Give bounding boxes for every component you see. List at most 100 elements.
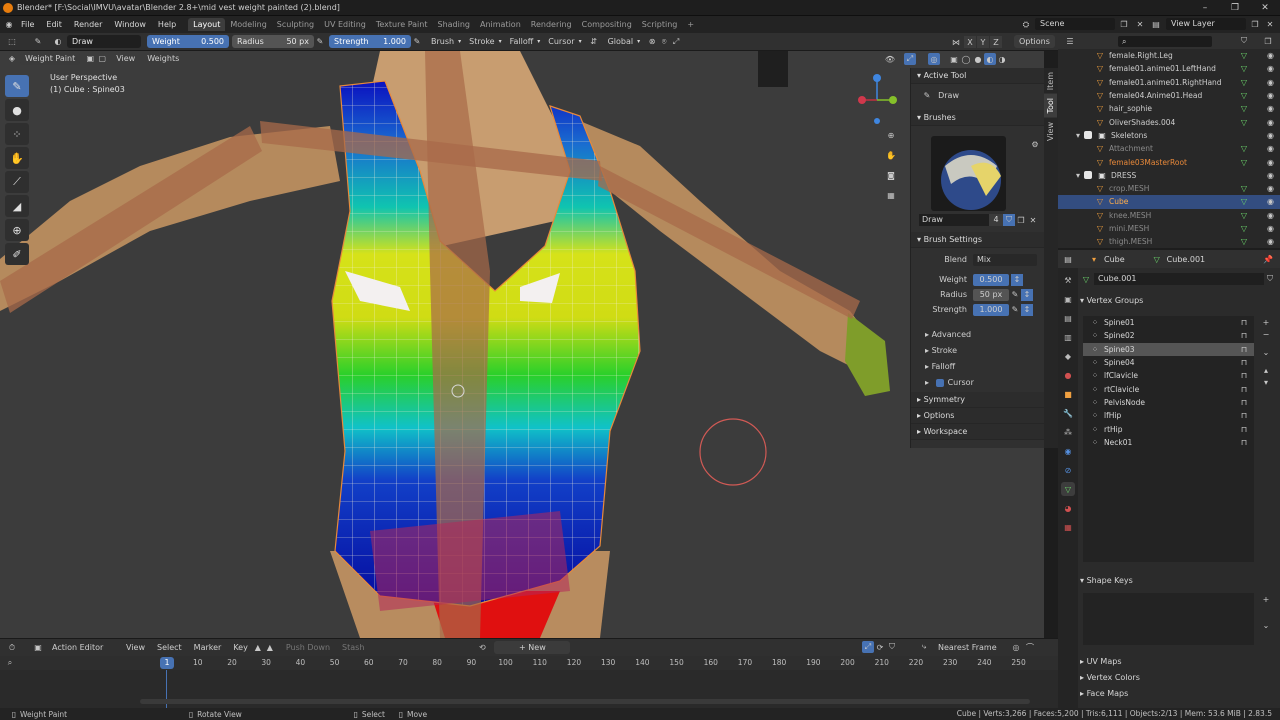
timeline-search-icon[interactable]: ⌕ — [4, 657, 16, 669]
new-action-button[interactable]: + New — [494, 641, 571, 654]
object-tab-icon[interactable]: ■ — [1061, 387, 1075, 401]
brush-settings-header[interactable]: ▾ Brush Settings — [911, 232, 1044, 248]
material-shading-icon[interactable]: ◐ — [984, 53, 996, 65]
constraints-tab-icon[interactable]: ⊘ — [1061, 463, 1075, 477]
vertex-group-item[interactable]: ⁘ Spine03 ⊓ — [1083, 342, 1254, 356]
brushes-header[interactable]: ▾ Brushes — [911, 110, 1044, 126]
new-collection-icon[interactable]: ❐ — [1262, 35, 1274, 47]
symmetry-header[interactable]: ▸ Symmetry — [911, 392, 1044, 408]
timeline-select-menu[interactable]: Select — [153, 641, 186, 654]
strength-pressure-icon[interactable]: ✎ — [411, 36, 423, 48]
brush-datablock-name[interactable]: Draw — [919, 214, 989, 226]
visibility-eye-icon[interactable]: ◉ — [1267, 237, 1274, 246]
pin-icon[interactable]: 📌 — [1262, 253, 1274, 265]
draw-tool-icon[interactable]: ✎ — [5, 75, 29, 97]
face-mask-icon[interactable]: ▣ — [84, 53, 96, 65]
solid-shading-icon[interactable]: ● — [972, 53, 984, 65]
overlay-toggle-icon[interactable]: ◎ — [928, 53, 940, 65]
strength-field-panel[interactable]: 1.000 — [973, 303, 1009, 316]
smear-tool-icon[interactable]: ✋ — [5, 147, 29, 169]
tab-animation[interactable]: Animation — [475, 18, 526, 31]
tab-tool[interactable]: Tool — [1044, 94, 1057, 118]
show-errors-icon[interactable]: ⟳ — [874, 641, 886, 653]
lock-icon[interactable]: ⊓ — [1238, 423, 1250, 435]
mirror-x-button[interactable]: X — [964, 36, 976, 48]
view-layer-field[interactable]: View Layer — [1166, 18, 1246, 30]
radius-pressure-panel-icon[interactable]: ↕ — [1021, 288, 1033, 301]
options-header[interactable]: ▸ Options — [911, 408, 1044, 424]
output-props-tab-icon[interactable]: ▤ — [1061, 311, 1075, 325]
falloff-menu[interactable]: Falloff — [506, 35, 538, 48]
face-maps-header[interactable]: ▸ Face Maps — [1080, 686, 1276, 702]
blur-tool-icon[interactable]: ● — [5, 99, 29, 121]
tab-view[interactable]: View — [1044, 118, 1057, 145]
brush-preview[interactable] — [931, 136, 1006, 211]
lock-icon[interactable]: ⊓ — [1238, 436, 1250, 448]
outliner-row[interactable]: ▽ OliverShades.004 ▽ ◉ — [1058, 115, 1280, 128]
weight-slider[interactable]: Weight 0.500 — [147, 35, 229, 48]
move-down-icon[interactable]: ▾ — [1260, 376, 1272, 388]
vertex-group-item[interactable]: ⁘ Spine04 ⊓ — [1083, 356, 1254, 369]
xray-icon[interactable]: ▣ — [948, 53, 960, 65]
frame-ruler[interactable]: ⌕ 10 20 30 40 50 60 70 80 90 100 110 120 130 140 150 16… — [0, 656, 1058, 670]
annotate-tool-icon[interactable]: ✐ — [5, 243, 29, 265]
pan-hand-icon[interactable]: ✋ — [885, 149, 897, 161]
cursor-menu[interactable]: Cursor — [544, 35, 578, 48]
remove-vertex-group-icon[interactable]: − — [1260, 328, 1272, 340]
particles-tab-icon[interactable]: ⁂ — [1061, 425, 1075, 439]
timeline-scrollbar[interactable] — [140, 699, 1030, 704]
lock-icon[interactable]: ⊓ — [1238, 330, 1250, 342]
falloff-subpanel[interactable]: ▸ Falloff — [911, 359, 1044, 374]
action-editor-type-icon[interactable]: ⏱ — [6, 642, 18, 654]
outliner-row[interactable]: ▽ Cube ▽ ◉ — [1058, 195, 1280, 209]
stroke-menu[interactable]: Stroke — [465, 35, 499, 48]
tab-sculpting[interactable]: Sculpting — [272, 18, 319, 31]
properties-type-icon[interactable]: ▤ — [1062, 253, 1074, 265]
active-tool-row[interactable]: ✎ Draw — [911, 84, 1044, 106]
action-browse-icon[interactable]: ⟲ — [476, 642, 488, 654]
visibility-eye-icon[interactable]: ◉ — [1267, 131, 1274, 140]
timeline-key-menu[interactable]: Key — [229, 641, 252, 654]
lock-icon[interactable]: ⊓ — [1238, 343, 1250, 355]
cursor-subpanel[interactable]: ▸ Cursor — [911, 375, 1044, 390]
visibility-eye-icon[interactable]: ◉ — [1267, 197, 1274, 206]
vertex-groups-list[interactable]: ⁘ Spine01 ⊓ ⁘ Spine02 ⊓ ⁘ Spine03 ⊓ ⁘ Spine04 ⊓ ⁘ lfC… — [1083, 316, 1254, 562]
vertex-group-item[interactable]: ⁘ Spine02 ⊓ — [1083, 329, 1254, 342]
outliner-row[interactable]: ▽ hair_sophie ▽ ◉ — [1058, 102, 1280, 115]
brush-settings-icon[interactable]: ⚙ — [1029, 138, 1041, 150]
pivot-icon[interactable]: ⊗ — [646, 36, 658, 48]
push-down-button[interactable]: Push Down — [282, 641, 334, 654]
outliner-row[interactable]: ▽ Attachment ▽ ◉ — [1058, 142, 1280, 155]
strength-pressure-panel-icon[interactable]: ↕ — [1021, 303, 1033, 316]
gradient-tool-icon[interactable]: ◢ — [5, 195, 29, 217]
average-tool-icon[interactable]: ⁘ — [5, 123, 29, 145]
strength-pen-icon[interactable]: ✎ — [1009, 304, 1021, 316]
collection-checkbox[interactable] — [1084, 171, 1092, 180]
workspace-header[interactable]: ▸ Workspace — [911, 424, 1044, 440]
brush-users-count[interactable]: 4 — [989, 214, 1003, 226]
menu-help[interactable]: Help — [152, 20, 182, 29]
view-layer-tab-icon[interactable]: ▥ — [1061, 330, 1075, 344]
vertex-group-item[interactable]: ⁘ rtHip ⊓ — [1083, 422, 1254, 435]
vertex-group-item[interactable]: ⁘ Spine01 ⊓ — [1083, 316, 1254, 329]
outliner-row[interactable]: ▽ female01.anime01.RightHand ▽ ◉ — [1058, 76, 1280, 89]
mirror-y-button[interactable]: Y — [977, 36, 989, 48]
orientation-dropdown[interactable]: Global — [604, 35, 638, 48]
render-shading-icon[interactable]: ◑ — [996, 53, 1008, 65]
visibility-eye-icon[interactable]: ◉ — [1267, 158, 1274, 167]
proportional-icon[interactable]: ⤢ — [670, 36, 682, 48]
stroke-subpanel[interactable]: ▸ Stroke — [911, 343, 1044, 358]
copy-brush-icon[interactable]: ❐ — [1015, 214, 1027, 226]
mode-dropdown[interactable]: Weight Paint — [20, 52, 81, 65]
tab-uv-editing[interactable]: UV Editing — [319, 18, 371, 31]
editor-type-icon[interactable]: ⬚ — [6, 36, 18, 48]
gizmo-toggle-icon[interactable]: ⤢ — [904, 53, 916, 65]
mirror-z-button[interactable]: Z — [990, 36, 1002, 48]
maximize-button[interactable]: ❐ — [1220, 0, 1250, 16]
snap-mode-dropdown[interactable]: Nearest Frame — [934, 641, 1001, 654]
ortho-grid-icon[interactable]: ▦ — [885, 189, 897, 201]
cursor-checkbox[interactable] — [935, 378, 944, 387]
visibility-eye-icon[interactable]: ◉ — [1267, 118, 1274, 127]
uv-maps-header[interactable]: ▸ UV Maps — [1080, 654, 1276, 670]
camera-icon[interactable]: ◙ — [885, 169, 897, 181]
